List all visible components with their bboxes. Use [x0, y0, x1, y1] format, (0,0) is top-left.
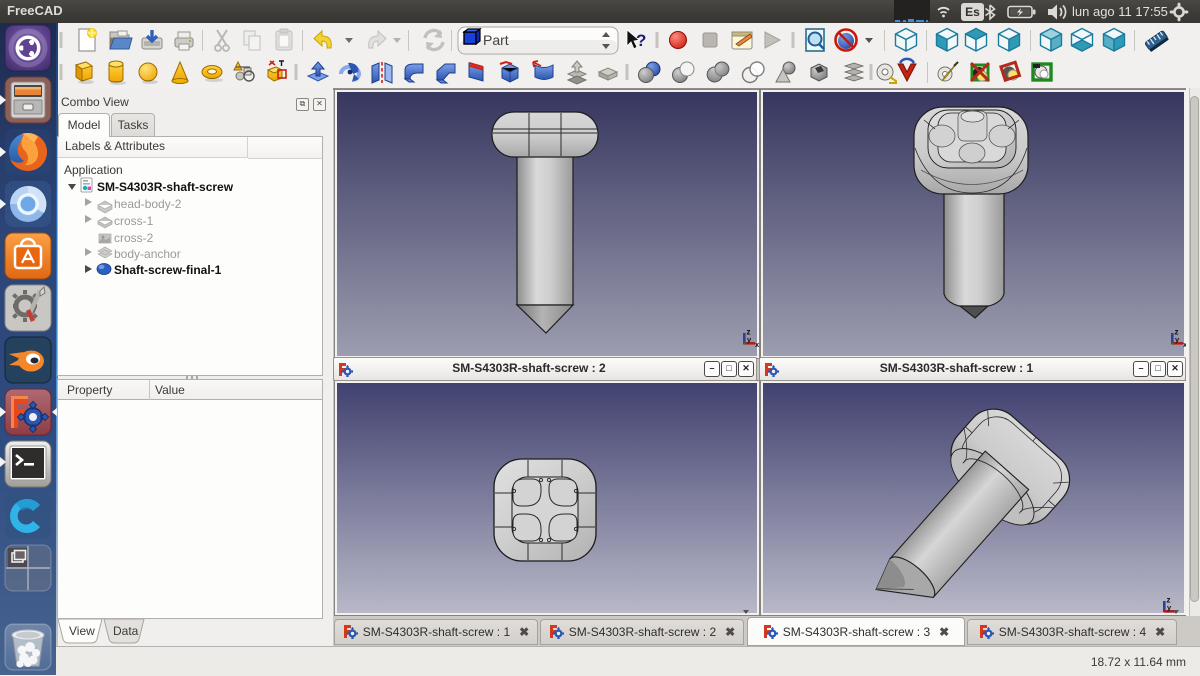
svg-text:x: x: [755, 340, 760, 349]
